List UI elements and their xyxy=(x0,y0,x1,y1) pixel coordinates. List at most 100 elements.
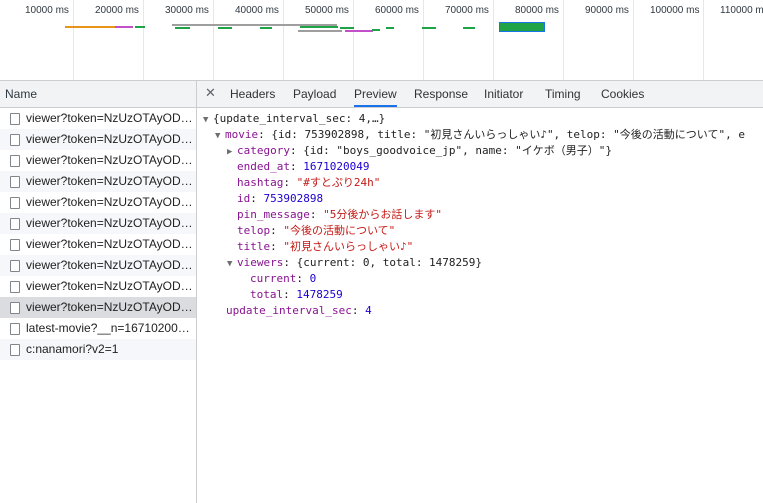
value-string: "初見さんいらっしゃい♪" xyxy=(283,240,414,253)
file-icon xyxy=(10,134,20,146)
tick-label: 110000 ms xyxy=(720,5,763,16)
value-string: "5分後からお話します" xyxy=(323,208,442,221)
tick-line xyxy=(353,0,354,80)
request-name: c:nanamori?v2=1 xyxy=(26,342,119,356)
timeline-bar xyxy=(386,27,394,29)
tree-leaf-update-interval: update_interval_sec: 4 xyxy=(226,304,372,317)
value-number: 4 xyxy=(365,304,372,317)
request-name: viewer?token=NzUzOTAyODk4... xyxy=(26,132,196,146)
tick-label: 30000 ms xyxy=(165,5,209,16)
request-row[interactable]: viewer?token=NzUzOTAyODk4... xyxy=(0,213,196,234)
tree-node-movie[interactable]: ▼ movie: {id: 753902898, title: "初見さんいらっし… xyxy=(215,127,745,143)
expand-triangle-icon[interactable]: ▼ xyxy=(227,256,237,272)
request-row[interactable]: c:nanamori?v2=1 xyxy=(0,339,196,360)
request-row-selected[interactable]: viewer?token=NzUzOTAyODk4... xyxy=(0,297,196,318)
file-icon xyxy=(10,302,20,314)
value-string: "今後の活動について" xyxy=(283,224,396,237)
tree-leaf-total: total: 1478259 xyxy=(250,288,343,301)
tab-initiator[interactable]: Initiator xyxy=(484,81,523,107)
file-icon xyxy=(10,323,20,335)
value-number: 1478259 xyxy=(296,288,343,301)
tree-node-viewers[interactable]: ▼ viewers: {current: 0, total: 1478259} xyxy=(227,255,482,271)
request-row[interactable]: viewer?token=NzUzOTAyODk4... xyxy=(0,108,196,129)
request-row[interactable]: viewer?token=NzUzOTAyODk4... xyxy=(0,234,196,255)
key-label: ended_at xyxy=(237,160,290,173)
key-label: pin_message xyxy=(237,208,310,221)
tab-payload[interactable]: Payload xyxy=(293,81,336,107)
file-icon xyxy=(10,239,20,251)
tick-line xyxy=(563,0,564,80)
details-tabbar: ✕ Headers Payload Preview Response Initi… xyxy=(197,81,763,108)
request-row[interactable]: viewer?token=NzUzOTAyODk4... xyxy=(0,255,196,276)
value-number: 1671020049 xyxy=(303,160,370,173)
request-name: viewer?token=NzUzOTAyODk4... xyxy=(26,279,196,293)
root-summary: {update_interval_sec: 4,…} xyxy=(213,112,386,125)
request-row[interactable]: viewer?token=NzUzOTAyODk4... xyxy=(0,129,196,150)
name-column-header[interactable]: Name xyxy=(0,81,196,108)
key-label: total xyxy=(250,288,284,301)
network-overview-timeline[interactable]: 10000 ms 20000 ms 30000 ms 40000 ms 5000… xyxy=(0,0,763,81)
movie-summary: {id: 753902898, title: "初見さんいらっしゃい♪", te… xyxy=(271,128,745,141)
request-name: latest-movie?__n=16710200519... xyxy=(26,321,196,335)
file-icon xyxy=(10,344,20,356)
value-number: 753902898 xyxy=(263,192,324,205)
request-row[interactable]: viewer?token=NzUzOTAyODk4... xyxy=(0,171,196,192)
value-number: 0 xyxy=(309,272,317,285)
key-label: telop xyxy=(237,224,271,237)
request-row[interactable]: viewer?token=NzUzOTAyODk4... xyxy=(0,276,196,297)
tick-label: 100000 ms xyxy=(650,5,700,16)
timeline-bar xyxy=(372,29,380,31)
key-label: viewers xyxy=(237,256,284,269)
request-name: viewer?token=NzUzOTAyODk4... xyxy=(26,195,196,209)
tab-headers[interactable]: Headers xyxy=(230,81,275,107)
tree-root[interactable]: ▼ {update_interval_sec: 4,…} xyxy=(203,111,385,127)
tick-line xyxy=(213,0,214,80)
tree-leaf-title: title: "初見さんいらっしゃい♪" xyxy=(237,240,414,253)
tree-leaf-hashtag: hashtag: "#すとぷり24h" xyxy=(237,176,381,189)
file-icon xyxy=(10,281,20,293)
tree-node-category[interactable]: ▶ category: {id: "boys_goodvoice_jp", nam… xyxy=(227,143,612,159)
file-icon xyxy=(10,218,20,230)
tree-leaf-ended-at: ended_at: 1671020049 xyxy=(237,160,370,173)
request-name: viewer?token=NzUzOTAyODk4... xyxy=(26,174,196,188)
tree-leaf-id: id: 753902898 xyxy=(237,192,324,205)
close-icon[interactable]: ✕ xyxy=(205,85,216,101)
request-list: Name viewer?token=NzUzOTAyODk4... viewer… xyxy=(0,81,197,503)
tick-line xyxy=(633,0,634,80)
value-string: "#すとぷり24h" xyxy=(296,176,381,189)
timeline-bar xyxy=(135,26,145,28)
tab-cookies[interactable]: Cookies xyxy=(601,81,644,107)
key-label: id xyxy=(237,192,251,205)
file-icon xyxy=(10,113,20,125)
timeline-bar xyxy=(65,26,115,28)
tree-leaf-telop: telop: "今後の活動について" xyxy=(237,224,396,237)
key-label: hashtag xyxy=(237,176,284,189)
request-row[interactable]: viewer?token=NzUzOTAyODk4... xyxy=(0,192,196,213)
key-label: current xyxy=(250,272,297,285)
expand-triangle-icon[interactable]: ▶ xyxy=(227,144,237,160)
request-rows: viewer?token=NzUzOTAyODk4... viewer?toke… xyxy=(0,108,196,360)
timeline-selection[interactable] xyxy=(499,22,545,32)
expand-triangle-icon[interactable]: ▼ xyxy=(215,128,225,144)
file-icon xyxy=(10,176,20,188)
tick-label: 40000 ms xyxy=(235,5,279,16)
viewers-summary: {current: 0, total: 1478259} xyxy=(296,256,483,269)
category-summary: {id: "boys_goodvoice_jp", name: "イケボ（男子）… xyxy=(303,144,613,157)
key-label: movie xyxy=(225,128,259,141)
timeline-bar xyxy=(175,27,190,29)
timeline-bar xyxy=(345,30,373,32)
request-row[interactable]: viewer?token=NzUzOTAyODk4... xyxy=(0,150,196,171)
tab-response[interactable]: Response xyxy=(414,81,468,107)
tree-leaf-current: current: 0 xyxy=(250,272,317,285)
tick-label: 70000 ms xyxy=(445,5,489,16)
request-row[interactable]: latest-movie?__n=16710200519... xyxy=(0,318,196,339)
tick-line xyxy=(73,0,74,80)
request-name: viewer?token=NzUzOTAyODk4... xyxy=(26,153,196,167)
file-icon xyxy=(10,260,20,272)
tab-timing[interactable]: Timing xyxy=(545,81,581,107)
expand-triangle-icon[interactable]: ▼ xyxy=(203,112,213,128)
tick-label: 50000 ms xyxy=(305,5,349,16)
key-label: category xyxy=(237,144,290,157)
tab-preview[interactable]: Preview xyxy=(354,81,397,107)
tick-label: 10000 ms xyxy=(25,5,69,16)
